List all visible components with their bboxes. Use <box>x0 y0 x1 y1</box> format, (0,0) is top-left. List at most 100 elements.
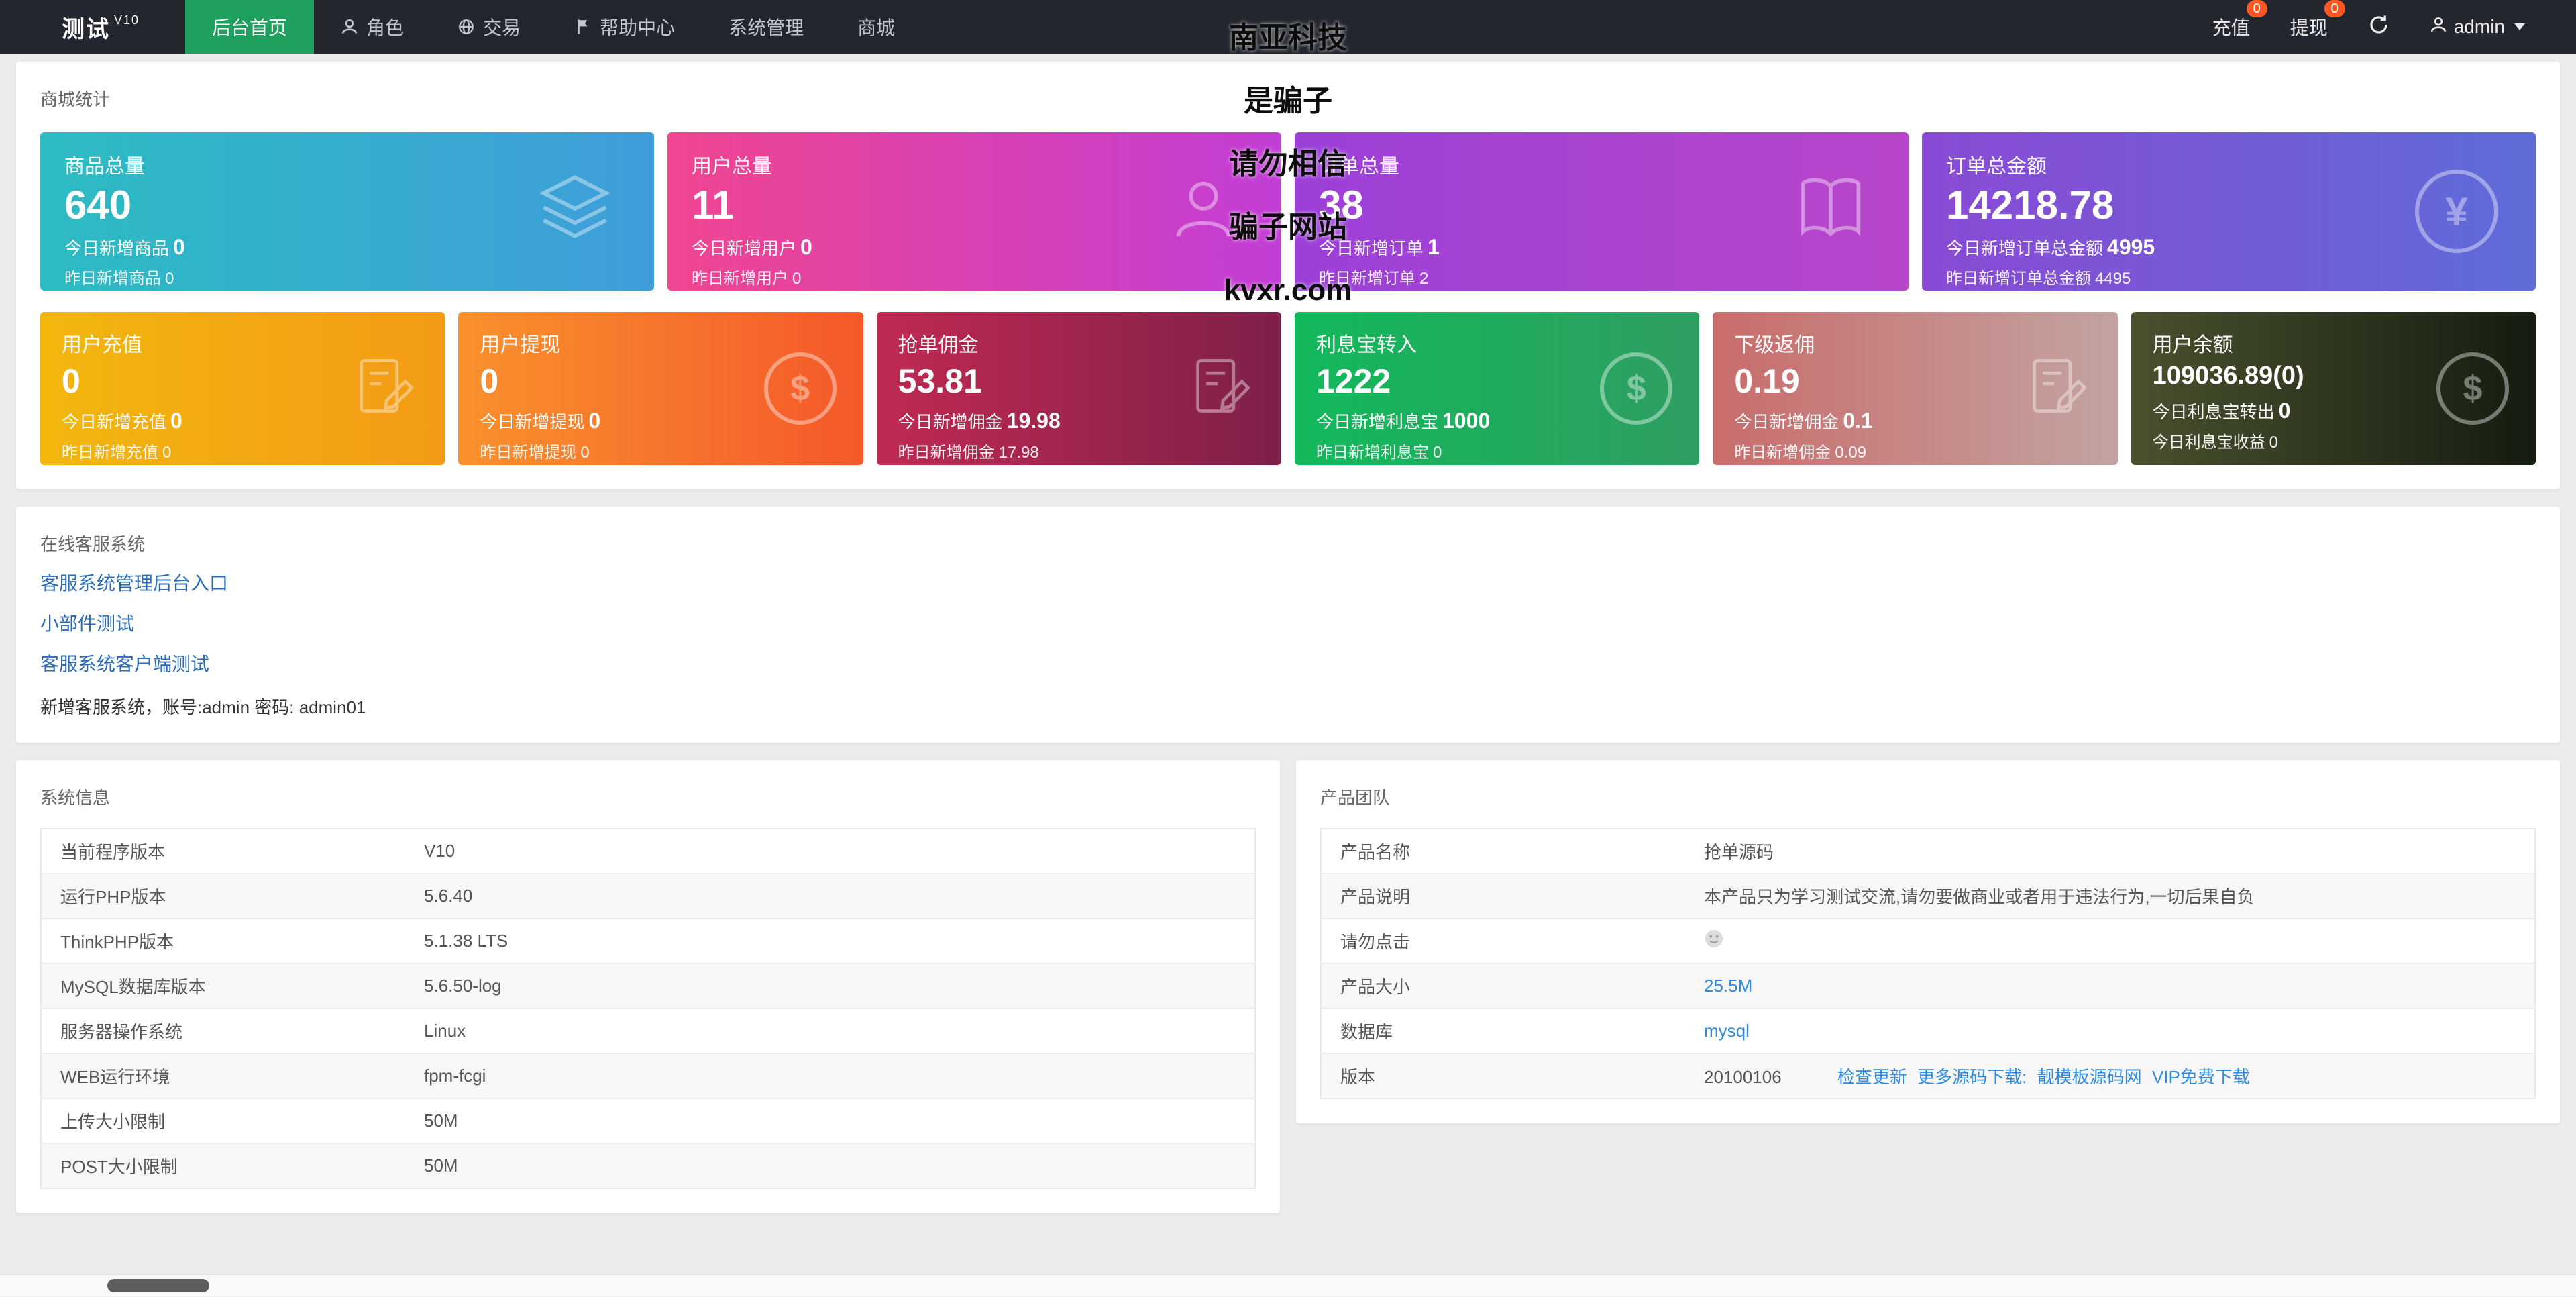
note-edit-icon <box>351 352 418 425</box>
row-value: 本产品只为学习测试交流,请勿要做商业或者用于违法行为,一切后果自负 <box>1685 873 2535 919</box>
product-team-table: 产品名称 抢单源码 产品说明 本产品只为学习测试交流,请勿要做商业或者用于违法行… <box>1320 828 2536 1099</box>
mall-stats-panel: 商城统计 商品总量 640 今日新增商品 0 昨日新增商品 0 用户总量 11 今日… <box>16 62 2560 489</box>
bottom-columns: 系统信息 当前程序版本 V10 运行PHP版本 5.6.40 ThinkPHP版本 5… <box>16 760 2560 1213</box>
row-label: 运行PHP版本 <box>41 873 405 919</box>
table-row: 上传大小限制 50M <box>41 1098 1255 1143</box>
dollar-circle-icon: $ <box>763 352 837 425</box>
nav-item-label: 系统管理 <box>729 17 804 38</box>
row-label: 版本 <box>1321 1053 1685 1098</box>
nav-item-system[interactable]: 系统管理 <box>702 0 830 54</box>
nav-item-trade[interactable]: 交易 <box>431 0 547 54</box>
row-label: MySQL数据库版本 <box>41 963 405 1008</box>
table-row: 产品说明 本产品只为学习测试交流,请勿要做商业或者用于违法行为,一切后果自负 <box>1321 873 2535 919</box>
section-title-system-info: 系统信息 <box>40 788 111 808</box>
top-navbar: 测试 V10 后台首页 角色 交易 帮助中心 系统管理 商城 充值 0 提现 0… <box>0 0 2576 54</box>
stat-card-recharge: 用户充值 0 今日新增充值 0 昨日新增充值 0 <box>40 312 445 465</box>
app-logo[interactable]: 测试 V10 <box>0 0 185 54</box>
book-icon <box>1790 168 1871 254</box>
table-row: MySQL数据库版本 5.6.50-log <box>41 963 1255 1008</box>
recharge-link[interactable]: 充值 0 <box>2212 0 2267 40</box>
flag-icon <box>574 18 592 36</box>
table-row: 数据库 mysql <box>1321 1008 2535 1053</box>
row-label: WEB运行环境 <box>41 1053 405 1098</box>
main-nav: 后台首页 角色 交易 帮助中心 系统管理 商城 <box>185 0 922 54</box>
row-value: V10 <box>424 841 455 861</box>
globe-icon <box>458 18 475 36</box>
vip-download-link[interactable]: VIP免费下载 <box>2152 1067 2250 1087</box>
yen-icon: ¥ <box>2415 170 2498 253</box>
stat-card-sub-rebate: 下级返佣 0.19 今日新增佣金 0.1 昨日新增佣金 0.09 <box>1713 312 2118 465</box>
version-number: 20100106 <box>1704 1067 1782 1087</box>
stat-yesterday-line: 昨日新增用户 0 <box>692 270 802 288</box>
cs-client-test-link[interactable]: 客服系统客户端测试 <box>40 650 2536 676</box>
template-site-link[interactable]: 靓模板源码网 <box>2037 1067 2142 1087</box>
nav-item-mall[interactable]: 商城 <box>830 0 922 54</box>
recharge-label: 充值 <box>2212 17 2250 38</box>
note-edit-icon <box>2024 352 2091 425</box>
navbar-right: 充值 0 提现 0 admin <box>2212 0 2576 54</box>
dashboard-page: 测试 V10 后台首页 角色 交易 帮助中心 系统管理 商城 充值 0 提现 0… <box>0 0 2576 1296</box>
cs-admin-entry-link[interactable]: 客服系统管理后台入口 <box>40 569 2536 596</box>
withdraw-badge: 0 <box>2324 0 2345 17</box>
row-value: mysql <box>1685 1008 2535 1053</box>
refresh-button[interactable] <box>2368 14 2390 40</box>
admin-menu[interactable]: admin <box>2430 16 2525 38</box>
big-stat-cards-row: 商品总量 640 今日新增商品 0 昨日新增商品 0 用户总量 11 今日新增用户 0… <box>40 132 2536 291</box>
nav-item-help[interactable]: 帮助中心 <box>547 0 702 54</box>
stat-card-products: 商品总量 640 今日新增商品 0 昨日新增商品 0 <box>40 132 654 291</box>
product-size-link[interactable]: 25.5M <box>1704 976 1752 996</box>
chevron-down-icon <box>2514 23 2525 30</box>
row-label: 当前程序版本 <box>60 842 166 862</box>
horizontal-scrollbar[interactable] <box>0 1274 2576 1296</box>
table-row: 运行PHP版本 5.6.40 <box>41 873 1255 919</box>
check-update-link[interactable]: 检查更新 <box>1837 1067 1907 1087</box>
dollar-circle-icon: $ <box>2436 352 2509 425</box>
nav-item-home[interactable]: 后台首页 <box>185 0 315 54</box>
admin-label: admin <box>2453 16 2505 37</box>
table-row: ThinkPHP版本 5.1.38 LTS <box>41 918 1255 964</box>
small-stat-cards-row: 用户充值 0 今日新增充值 0 昨日新增充值 0 用户提现 0 今日新增提现 0 昨日… <box>40 312 2536 465</box>
stat-card-withdraw: 用户提现 0 今日新增提现 0 昨日新增提现 0 $ <box>458 312 863 465</box>
withdraw-link[interactable]: 提现 0 <box>2290 0 2345 40</box>
dollar-circle-icon: $ <box>1600 352 1673 425</box>
system-info-panel: 系统信息 当前程序版本 V10 运行PHP版本 5.6.40 ThinkPHP版本 5… <box>16 760 1280 1213</box>
row-label: 服务器操作系统 <box>41 1008 405 1053</box>
database-link[interactable]: mysql <box>1704 1021 1750 1041</box>
row-value <box>1685 918 2535 964</box>
table-row: POST大小限制 50M <box>41 1143 1255 1188</box>
table-row: 请勿点击 <box>1321 918 2535 964</box>
main-content: 商城统计 商品总量 640 今日新增商品 0 昨日新增商品 0 用户总量 11 今日… <box>0 54 2576 1213</box>
stat-card-balance: 用户余额 109036.89(0) 今日利息宝转出 0 今日利息宝收益 0 $ <box>2131 312 2536 465</box>
product-team-panel: 产品团队 产品名称 抢单源码 产品说明 本产品只为学习测试交流,请勿要做商业或者… <box>1296 760 2560 1123</box>
recharge-badge: 0 <box>2246 0 2267 17</box>
table-row: 服务器操作系统 Linux <box>41 1008 1255 1053</box>
more-source-link[interactable]: 更多源码下载: <box>1917 1067 2027 1087</box>
nav-item-label: 商城 <box>857 17 896 38</box>
row-value: 50M <box>405 1143 1255 1188</box>
row-value: 5.6.50-log <box>405 963 1255 1008</box>
row-label: ThinkPHP版本 <box>41 918 405 964</box>
app-logo-text: 测试 <box>62 16 110 42</box>
nav-item-roles[interactable]: 角色 <box>314 0 431 54</box>
stat-yesterday-line: 昨日新增充值 0 <box>62 444 172 462</box>
row-label: 产品说明 <box>1321 873 1685 919</box>
user-icon <box>1163 168 1244 254</box>
scrollbar-thumb[interactable] <box>107 1279 209 1292</box>
table-row: 当前程序版本 V10 <box>41 829 1255 874</box>
row-value: 抢单源码 <box>1704 842 1774 862</box>
row-label: 产品名称 <box>1340 842 1411 862</box>
row-value: 25.5M <box>1685 963 2535 1008</box>
row-value: Linux <box>405 1008 1255 1053</box>
cs-widget-test-link[interactable]: 小部件测试 <box>40 609 2536 636</box>
customer-service-panel: 在线客服系统 客服系统管理后台入口 小部件测试 客服系统客户端测试 新增客服系统… <box>16 507 2560 743</box>
smiley-icon[interactable] <box>1704 929 1724 953</box>
section-title-customer-service: 在线客服系统 <box>40 534 146 554</box>
table-row: 产品名称 抢单源码 <box>1321 829 2535 874</box>
row-label: 请勿点击 <box>1321 918 1685 964</box>
system-info-table: 当前程序版本 V10 运行PHP版本 5.6.40 ThinkPHP版本 5.1.38… <box>40 828 1256 1189</box>
row-value: 20100106 检查更新 更多源码下载: 靓模板源码网 VIP免费下载 <box>1685 1053 2535 1098</box>
row-label: 产品大小 <box>1321 963 1685 1008</box>
stat-yesterday-line: 今日利息宝收益 0 <box>2152 433 2278 452</box>
user-icon <box>2430 16 2447 38</box>
stat-card-order-amount: 订单总金额 14218.78 今日新增订单总金额 4995 昨日新增订单总金额 44… <box>1922 132 2536 291</box>
